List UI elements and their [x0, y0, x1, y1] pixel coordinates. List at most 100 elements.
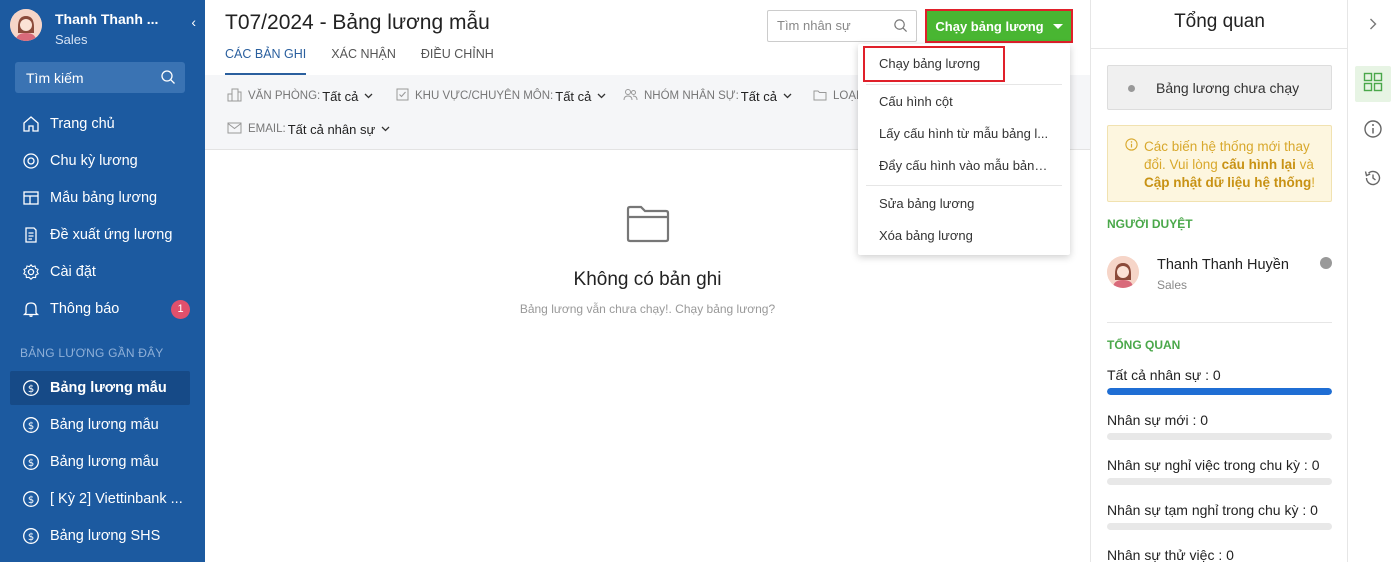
system-warning: Các biến hệ thống mới thay đổi. Vui lòng…: [1107, 125, 1332, 202]
dollar-icon: $: [21, 415, 41, 435]
info-icon: [1363, 119, 1383, 144]
empty-subtitle: Bảng lương vẫn chưa chạy!. Chạy bảng lươ…: [519, 302, 776, 316]
stat-bar: [1107, 433, 1332, 440]
sidebar-item-home[interactable]: Trang chủ: [10, 107, 190, 141]
approver-avatar: [1107, 256, 1139, 288]
stat-bar-fill: [1107, 388, 1332, 395]
overview-tab-button[interactable]: [1355, 66, 1391, 102]
stat-new-employees: Nhân sự mới : 0: [1107, 412, 1332, 440]
sidebar-item-label: Mẫu bảng lương: [50, 190, 158, 206]
template-icon: [21, 188, 41, 208]
summary-label: TỔNG QUAN: [1107, 338, 1181, 352]
update-system-data-link[interactable]: Cập nhật dữ liệu hệ thống: [1144, 175, 1311, 190]
recent-item-label: [ Kỳ 2] Viettinbank ...: [50, 491, 183, 507]
panel-divider: [1107, 322, 1332, 323]
stat-label: Nhân sự nghỉ việc trong chu kỳ : 0: [1107, 457, 1320, 473]
sidebar-search[interactable]: Tìm kiếm: [15, 62, 185, 93]
menu-item-edit-payroll[interactable]: Sửa bảng lương: [858, 188, 1070, 220]
filter-region[interactable]: KHU VỰC/CHUYÊN MÔN: Tất cả: [396, 86, 606, 106]
filter-type[interactable]: LOẠI: [813, 86, 859, 106]
collapse-sidebar-icon[interactable]: ‹: [191, 14, 196, 30]
dollar-icon: $: [21, 378, 41, 398]
payroll-status: Bảng lương chưa chạy: [1107, 65, 1332, 110]
svg-text:$: $: [28, 532, 34, 543]
filter-employee-group[interactable]: NHÓM NHÂN SỰ: Tất cả: [623, 86, 792, 106]
chevron-down-icon: [381, 123, 390, 135]
dollar-icon: $: [21, 526, 41, 546]
filter-office[interactable]: VĂN PHÒNG: Tất cả: [227, 86, 373, 106]
approver-name: Thanh Thanh Huyền: [1157, 257, 1289, 273]
search-icon: [160, 69, 176, 90]
user-name: Thanh Thanh ...: [55, 11, 159, 27]
folder-icon: [813, 89, 827, 104]
stat-label: Nhân sự mới : 0: [1107, 412, 1209, 428]
stat-label: Tất cả nhân sự : 0: [1107, 367, 1221, 383]
menu-item-run-payroll[interactable]: Chạy bảng lương: [863, 46, 1005, 82]
status-dot: [1128, 85, 1135, 92]
caret-down-icon: [1052, 23, 1063, 29]
email-icon: [227, 122, 242, 137]
run-payroll-dropdown: Chạy bảng lương Cấu hình cột Lấy cấu hìn…: [858, 44, 1070, 255]
filter-label: VĂN PHÒNG:: [248, 90, 321, 102]
recent-item-1[interactable]: $ Bảng lương mẫu: [10, 371, 190, 405]
gear-icon: [21, 262, 41, 282]
recent-item-3[interactable]: $ Bảng lương mẫu: [10, 445, 190, 479]
sidebar-search-label: Tìm kiếm: [26, 70, 84, 86]
tab-adjust[interactable]: ĐIỀU CHỈNH: [421, 47, 494, 75]
filter-value: Tất cả nhân sự: [287, 121, 376, 137]
warning-text-part: và: [1295, 157, 1314, 172]
user-role: Sales: [55, 32, 88, 47]
tab-records[interactable]: CÁC BẢN GHI: [225, 47, 307, 75]
sidebar-item-label: Thông báo: [50, 301, 120, 317]
recent-section-title: BẢNG LƯƠNG GẦN ĐÂY: [20, 346, 164, 360]
menu-item-pull-config[interactable]: Lấy cấu hình từ mẫu bảng l...: [858, 118, 1070, 150]
filter-value: Tất cả: [555, 88, 592, 104]
sidebar-item-label: Đề xuất ứng lương: [50, 227, 173, 243]
employee-search: [767, 10, 917, 42]
page-title: T07/2024 - Bảng lương mẫu: [225, 11, 490, 34]
chevron-down-icon: [783, 90, 792, 102]
history-tab-button[interactable]: [1355, 162, 1391, 198]
sidebar-item-advance-request[interactable]: Đề xuất ứng lương: [10, 218, 190, 252]
overview-panel: Tổng quan Bảng lương chưa chạy Các biến …: [1090, 0, 1348, 562]
user-profile[interactable]: Thanh Thanh ... Sales ‹: [10, 9, 200, 49]
menu-item-push-config[interactable]: Đẩy cấu hình vào mẫu bảng...: [858, 150, 1070, 182]
empty-folder-icon: [626, 205, 670, 248]
run-payroll-button[interactable]: Chạy bảng lương: [925, 9, 1073, 43]
sidebar-item-pay-cycle[interactable]: Chu kỳ lương: [10, 144, 190, 178]
right-rail: [1347, 0, 1397, 562]
recent-item-label: Bảng lương SHS: [50, 528, 161, 544]
sidebar-item-settings[interactable]: Cài đặt: [10, 255, 190, 289]
menu-item-delete-payroll[interactable]: Xóa bảng lương: [858, 220, 1070, 252]
tab-confirm[interactable]: XÁC NHẬN: [331, 47, 396, 75]
stat-label: Nhân sự tạm nghỉ trong chu kỳ : 0: [1107, 502, 1318, 518]
notification-badge: 1: [171, 300, 190, 319]
expand-panel-button[interactable]: [1355, 8, 1391, 44]
stat-bar: [1107, 388, 1332, 395]
employee-search-input[interactable]: [777, 18, 887, 33]
recent-item-2[interactable]: $ Bảng lương mẫu: [10, 408, 190, 442]
stat-bar: [1107, 523, 1332, 530]
svg-text:$: $: [28, 495, 34, 506]
reconfigure-link[interactable]: cấu hình lại: [1222, 157, 1296, 172]
menu-item-column-config[interactable]: Cấu hình cột: [858, 86, 1070, 118]
recent-item-label: Bảng lương mẫu: [50, 380, 167, 396]
sidebar-item-notifications[interactable]: Thông báo 1: [10, 292, 190, 326]
sidebar: Thanh Thanh ... Sales ‹ Tìm kiếm Trang c…: [0, 0, 205, 562]
user-avatar: [10, 9, 42, 41]
info-tab-button[interactable]: [1355, 113, 1391, 149]
recent-item-5[interactable]: $ Bảng lương SHS: [10, 519, 190, 553]
svg-text:$: $: [28, 421, 34, 432]
svg-text:$: $: [28, 458, 34, 469]
recent-item-4[interactable]: $ [ Kỳ 2] Viettinbank ...: [10, 482, 190, 516]
sidebar-item-label: Cài đặt: [50, 264, 96, 280]
warning-text-part: !: [1311, 175, 1316, 190]
stat-all-employees: Tất cả nhân sự : 0: [1107, 367, 1332, 395]
filter-email[interactable]: EMAIL: Tất cả nhân sự: [227, 119, 390, 139]
run-payroll-label: Chạy bảng lương: [935, 18, 1044, 34]
sidebar-item-templates[interactable]: Mẫu bảng lương: [10, 181, 190, 215]
search-icon[interactable]: [893, 18, 908, 38]
grid-icon: [1363, 72, 1383, 97]
svg-text:$: $: [28, 384, 34, 395]
history-icon: [1363, 168, 1383, 193]
